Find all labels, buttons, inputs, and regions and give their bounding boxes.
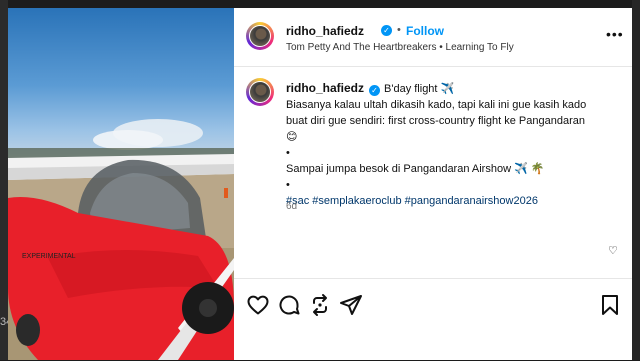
caption: ridho_hafiedz ✓ B'day flight ✈️ Biasanya k… (286, 80, 621, 209)
follow-button[interactable]: Follow (406, 24, 444, 38)
backdrop-left (0, 0, 8, 360)
comment-icon[interactable] (277, 293, 301, 317)
post-details-panel: ridho_hafiedz ✓ • Follow Tom Petty And T… (234, 8, 632, 360)
more-options-icon[interactable]: ••• (606, 26, 624, 42)
repost-icon[interactable] (308, 293, 332, 317)
caption-avatar[interactable] (246, 78, 274, 106)
post-media[interactable]: EXPERIMENTAL (8, 8, 234, 360)
airplane-photo: EXPERIMENTAL (8, 119, 234, 360)
verified-badge-icon: ✓ (381, 25, 392, 36)
avatar[interactable] (246, 22, 274, 50)
caption-bullet: • (286, 179, 290, 191)
hashtags[interactable]: #sac #semplakaeroclub #pangandaranairsho… (286, 193, 621, 209)
caption-title: B'day flight ✈️ (384, 83, 455, 95)
comment-like-heart-icon[interactable]: ♡ (608, 244, 618, 257)
share-icon[interactable] (339, 293, 363, 317)
plane-marking: EXPERIMENTAL (22, 253, 76, 260)
separator-dot: • (397, 24, 401, 36)
post-header: ridho_hafiedz ✓ • Follow Tom Petty And T… (234, 8, 632, 67)
caption-username[interactable]: ridho_hafiedz (286, 81, 364, 95)
caption-emoji: 😊 (286, 131, 298, 143)
caption-text-line: Biasanya kalau ultah dikasih kado, tapi … (286, 99, 587, 111)
caption-text-line: buat diri gue sendiri: first cross-count… (286, 115, 585, 127)
verified-badge-icon: ✓ (369, 85, 381, 96)
backdrop-right (632, 0, 640, 360)
bookmark-icon[interactable] (598, 293, 622, 317)
caption-bullet: • (286, 147, 290, 159)
heart-icon[interactable] (246, 293, 270, 317)
username-link[interactable]: ridho_hafiedz (286, 24, 364, 38)
post-timestamp[interactable]: 6d (286, 201, 297, 212)
music-link[interactable]: Tom Petty And The Heartbreakers • Learni… (286, 42, 514, 53)
action-bar (234, 278, 632, 361)
caption-text-line: Sampai jumpa besok di Pangandaran Airsho… (286, 163, 545, 175)
